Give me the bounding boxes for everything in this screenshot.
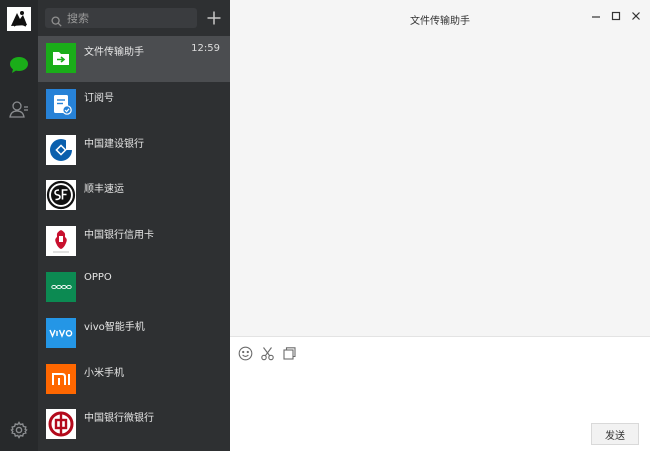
mi-logo xyxy=(46,363,76,394)
message-input[interactable] xyxy=(236,367,646,421)
chat-item-subscriptions[interactable]: 订阅号 xyxy=(38,82,230,128)
send-file-icon[interactable] xyxy=(281,345,297,361)
close-button[interactable] xyxy=(628,8,644,24)
emoji-icon[interactable] xyxy=(237,345,253,361)
chat-item-oppo[interactable]: OPPO xyxy=(38,265,230,311)
chat-item-name: OPPO xyxy=(84,271,112,283)
message-area[interactable] xyxy=(230,36,650,336)
chat-item-boc[interactable]: 中国银行微银行 xyxy=(38,402,230,448)
chat-item-xiaomi[interactable]: 小米手机 xyxy=(38,357,230,403)
add-button[interactable] xyxy=(204,8,224,28)
chat-item-name: 文件传输助手 xyxy=(84,47,144,58)
composer: 发送 xyxy=(230,336,650,451)
chat-item-vivo[interactable]: vivo智能手机 xyxy=(38,311,230,357)
contacts-tab-icon[interactable] xyxy=(7,97,31,121)
maximize-button[interactable] xyxy=(608,8,624,24)
chat-item-name: 中国建设银行 xyxy=(84,138,144,150)
chat-item-sf-express[interactable]: 顺丰速运 xyxy=(38,173,230,219)
boc-logo xyxy=(46,409,76,440)
title-bar: 文件传输助手 xyxy=(230,0,650,36)
chat-item-name: 顺丰速运 xyxy=(84,184,124,196)
chat-title: 文件传输助手 xyxy=(410,16,470,27)
chat-list: 文件传输助手 12:59 订阅号 中国建设银行 顺丰速运 中国银行信用卡 OPP… xyxy=(38,36,230,448)
composer-toolbar xyxy=(237,345,297,361)
search-icon xyxy=(51,12,62,31)
window-controls xyxy=(588,8,644,24)
screenshot-scissors-icon[interactable] xyxy=(259,345,275,361)
subscription-icon xyxy=(46,88,76,119)
search-bar xyxy=(38,0,230,36)
chat-item-file-transfer[interactable]: 文件传输助手 12:59 xyxy=(38,36,230,82)
file-transfer-icon xyxy=(46,43,76,73)
chat-item-boc-credit-card[interactable]: 中国银行信用卡 xyxy=(38,219,230,265)
chat-panel: 文件传输助手 发送 xyxy=(230,0,650,451)
oppo-logo xyxy=(46,271,76,302)
chat-item-name: 中国银行信用卡 xyxy=(84,230,154,242)
minimize-button[interactable] xyxy=(588,8,604,24)
sf-logo xyxy=(46,180,76,211)
chat-item-ccb[interactable]: 中国建设银行 xyxy=(38,128,230,174)
settings-gear-icon[interactable] xyxy=(7,418,31,442)
chat-tab-icon[interactable] xyxy=(7,53,31,77)
vivo-logo xyxy=(46,317,76,348)
chat-list-panel: 文件传输助手 12:59 订阅号 xyxy=(38,0,230,451)
left-rail xyxy=(0,0,38,451)
chat-item-name: 小米手机 xyxy=(84,367,124,379)
send-button[interactable]: 发送 xyxy=(591,423,639,445)
user-avatar[interactable] xyxy=(7,7,31,31)
ccb-logo xyxy=(46,134,76,165)
chat-item-time: 12:59 xyxy=(191,43,220,54)
chat-item-name: vivo智能手机 xyxy=(84,321,145,333)
chat-item-name: 中国银行微银行 xyxy=(84,413,154,425)
wechat-window: 文件传输助手 12:59 订阅号 xyxy=(0,0,650,451)
chat-item-name: 订阅号 xyxy=(84,92,114,104)
search-input[interactable] xyxy=(67,8,191,28)
search-box[interactable] xyxy=(45,8,197,28)
boc-card-logo xyxy=(46,226,76,257)
